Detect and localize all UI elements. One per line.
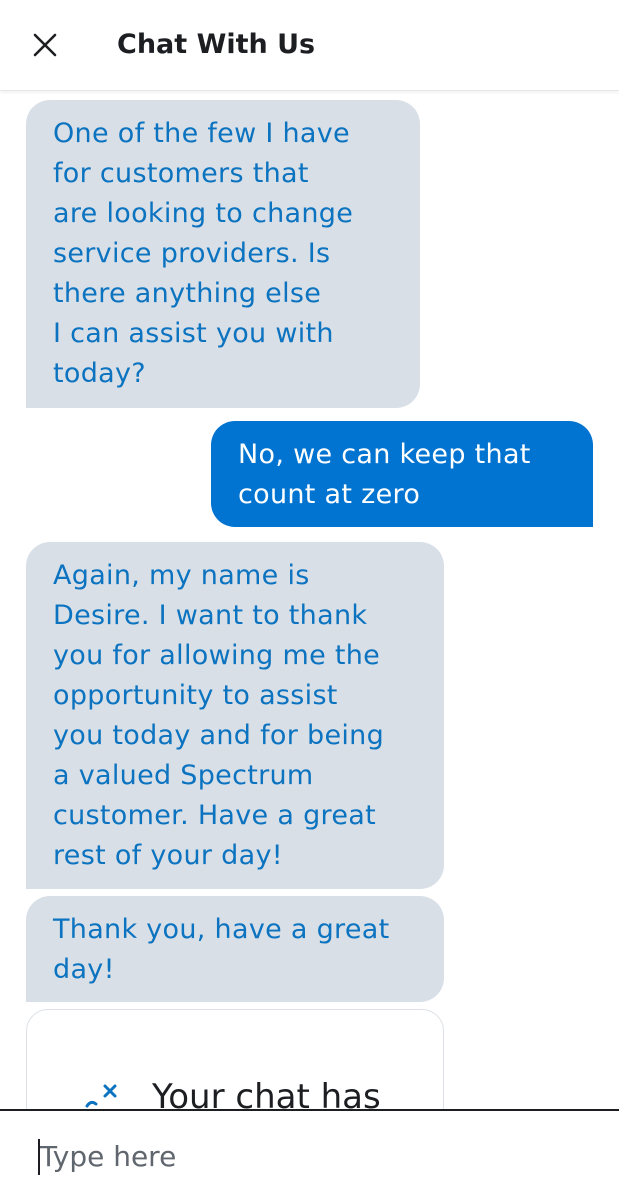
message-line: Desire. I want to thank	[53, 600, 368, 631]
message-line: rest of your day!	[53, 840, 283, 871]
message-line: customer. Have a great	[53, 800, 376, 831]
message-line: are looking to change	[53, 198, 354, 229]
chat-ended-text: Your chat has	[152, 1077, 381, 1109]
chat-ended-card: Your chat has	[26, 1009, 444, 1109]
message-line: a valued Spectrum	[53, 760, 314, 791]
message-line: Again, my name is	[53, 560, 310, 591]
user-message: No, we can keep that count at zero	[211, 421, 593, 527]
message-line: service providers. Is	[53, 238, 331, 269]
chat-ended-icon	[85, 1084, 117, 1108]
message-line: I can assist you with	[53, 318, 334, 349]
agent-message: One of the few I have for customers that…	[26, 100, 420, 408]
message-input-bar	[0, 1109, 619, 1200]
message-line: for customers that	[53, 158, 309, 189]
message-line: opportunity to assist	[53, 680, 338, 711]
message-line: Thank you, have a great	[53, 914, 390, 945]
message-list[interactable]: One of the few I have for customers that…	[0, 91, 619, 1109]
message-input[interactable]	[40, 1131, 580, 1181]
message-line: day!	[53, 954, 115, 985]
page-title: Chat With Us	[117, 29, 316, 60]
message-line: One of the few I have	[53, 118, 350, 149]
message-line: today?	[53, 358, 146, 389]
agent-message: Again, my name is Desire. I want to than…	[26, 542, 444, 889]
agent-message: Thank you, have a great day!	[26, 896, 444, 1002]
message-line: No, we can keep that	[238, 439, 531, 470]
close-icon	[33, 33, 57, 57]
message-line: count at zero	[238, 479, 421, 510]
message-line: you for allowing me the	[53, 640, 381, 671]
close-button[interactable]	[22, 22, 68, 68]
chat-header: Chat With Us	[0, 0, 619, 91]
message-line: you today and for being	[53, 720, 385, 751]
message-line: there anything else	[53, 278, 322, 309]
